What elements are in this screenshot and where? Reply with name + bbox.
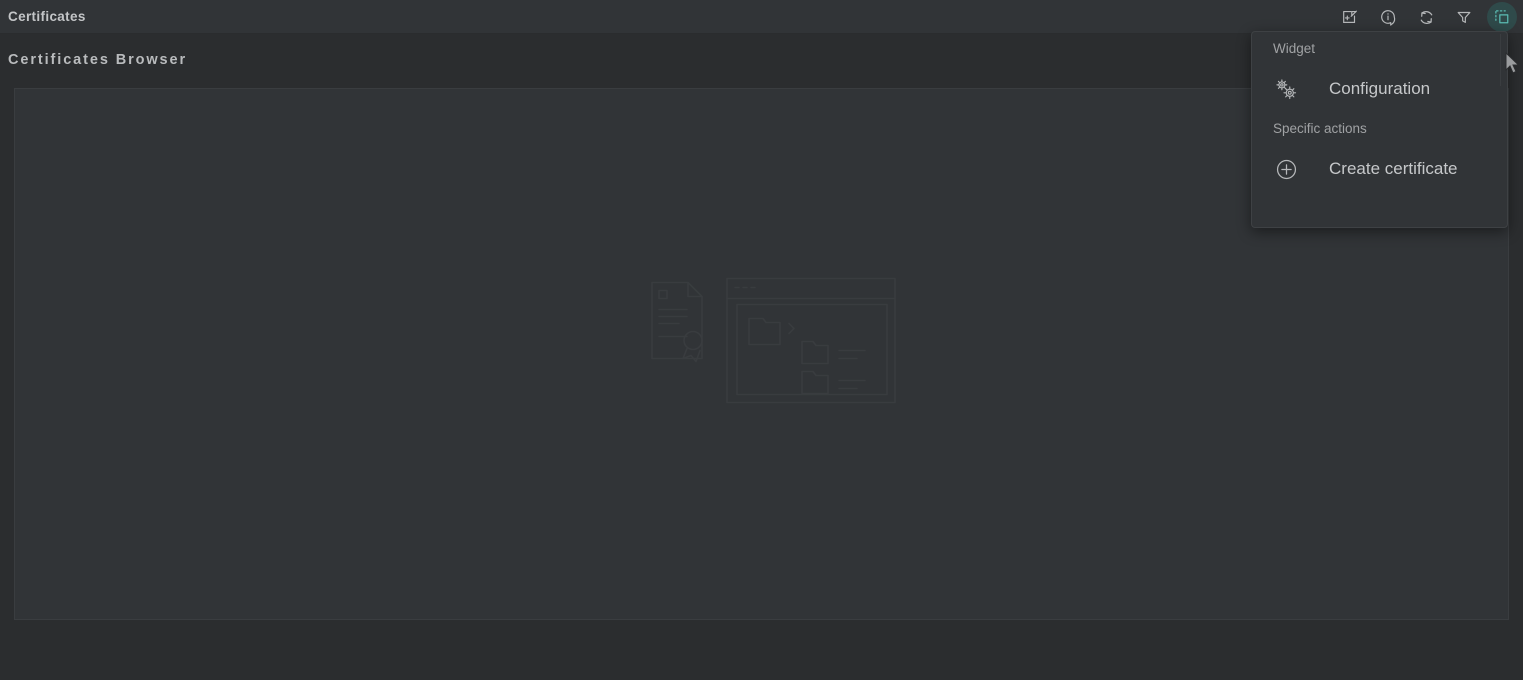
refresh-button[interactable] <box>1411 2 1441 32</box>
app-root: Certificates Certificates Browser Widget… <box>0 0 1523 680</box>
filter-icon <box>1455 8 1473 26</box>
widget-dropdown-menu: Widget Configuration Specific actions Cr… <box>1251 31 1508 228</box>
menu-section-widget-label: Widget <box>1273 41 1316 56</box>
menu-item-create-certificate-label: Create certificate <box>1329 159 1458 178</box>
menu-item-configuration[interactable]: Configuration <box>1252 66 1507 112</box>
widget-menu-icon <box>1493 8 1511 26</box>
info-button[interactable] <box>1373 2 1403 32</box>
refresh-icon <box>1417 8 1436 27</box>
widget-menu-button[interactable] <box>1487 2 1517 32</box>
page-title: Certificates Browser <box>8 52 188 68</box>
open-in-new-window-button[interactable] <box>1335 2 1365 32</box>
menu-item-create-certificate[interactable]: Create certificate <box>1252 146 1507 192</box>
empty-state-illustration <box>617 277 907 432</box>
open-in-new-window-icon <box>1341 8 1359 26</box>
menu-section-specific-actions-label: Specific actions <box>1273 121 1367 136</box>
gears-icon <box>1273 76 1299 102</box>
filter-button[interactable] <box>1449 2 1479 32</box>
menu-item-configuration-label: Configuration <box>1329 79 1431 98</box>
plus-circle-icon <box>1273 156 1299 182</box>
widget-header-bar: Certificates <box>0 0 1523 34</box>
info-icon <box>1379 8 1397 26</box>
widget-title: Certificates <box>8 9 86 24</box>
widget-toolbar <box>1335 0 1517 34</box>
panel-edge-divider <box>1500 34 1501 86</box>
